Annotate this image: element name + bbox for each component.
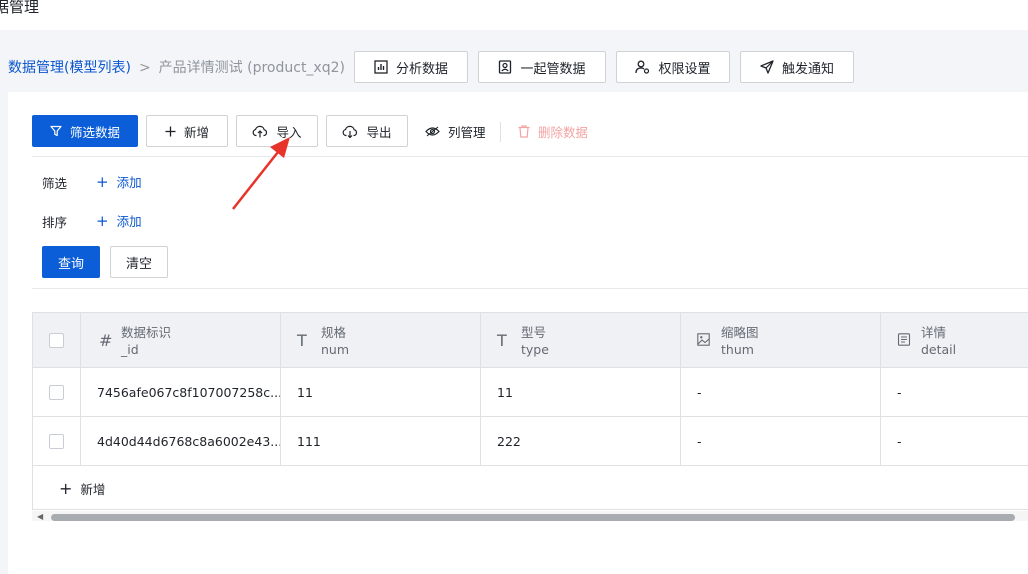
column-manage-label: 列管理 (448, 124, 486, 140)
table-cell[interactable]: - (881, 368, 1028, 417)
breadcrumb: 数据管理(模型列表) > 产品详情测试 (product_xq2) (8, 57, 345, 77)
data-panel: 筛选数据 新增 导入 导出 列管理 删除数据 筛选 + 添加 排序 + 添加 查… (8, 92, 1028, 574)
table-row[interactable]: 7456afe067c8f107007258c... 11 11 - - (33, 368, 1028, 417)
filter-data-label: 筛选数据 (69, 124, 120, 140)
export-button[interactable]: 导出 (326, 115, 408, 147)
bar-chart-icon (374, 60, 388, 74)
user-card-icon (499, 60, 512, 74)
column-key: _id (121, 342, 139, 357)
scrollbar-thumb[interactable] (51, 514, 1015, 521)
column-name: 数据标识 (121, 325, 172, 340)
delete-data-button[interactable]: 删除数据 (518, 115, 588, 147)
plus-icon: + (96, 211, 109, 230)
filter-divider-line (32, 288, 1028, 289)
header-row: 数据管理(模型列表) > 产品详情测试 (product_xq2) 分析数据 一起管… (0, 40, 1028, 92)
column-key: type (521, 342, 549, 357)
export-label: 导出 (366, 124, 392, 140)
filter-data-button[interactable]: 筛选数据 (32, 115, 138, 147)
column-name: 规格 (321, 325, 347, 340)
analyze-data-label: 分析数据 (395, 61, 448, 77)
query-button[interactable]: 查询 (42, 246, 100, 278)
cloud-download-icon (343, 125, 358, 138)
row-select-cell (33, 368, 81, 417)
table-cell[interactable]: 11 (281, 368, 481, 417)
breadcrumb-separator: > (138, 60, 151, 76)
breadcrumb-root[interactable]: 数据管理(模型列表) (8, 60, 131, 76)
table-cell[interactable]: - (881, 417, 1028, 466)
plus-icon: + (96, 172, 109, 191)
table-cell[interactable]: 7456afe067c8f107007258c... (81, 368, 281, 417)
column-name: 详情 (921, 325, 947, 340)
permission-settings-button[interactable]: 权限设置 (616, 51, 730, 83)
trigger-notification-label: 触发通知 (781, 61, 834, 77)
image-icon (697, 333, 710, 346)
row-checkbox[interactable] (49, 385, 64, 400)
trash-icon (518, 124, 530, 138)
co-manage-data-label: 一起管数据 (520, 61, 586, 77)
user-gear-icon (635, 60, 650, 74)
table-cell[interactable]: - (681, 368, 881, 417)
column-name: 缩略图 (721, 325, 759, 340)
table-cell[interactable]: 11 (481, 368, 681, 417)
add-filter-link[interactable]: + 添加 (96, 172, 142, 191)
rich-text-icon (897, 333, 911, 346)
toolbar-divider (500, 122, 501, 142)
text-type-icon: T (497, 331, 507, 350)
row-select-cell (33, 417, 81, 466)
column-name: 型号 (521, 325, 547, 340)
column-key: thum (721, 342, 754, 357)
filter-label: 筛选 (42, 176, 68, 191)
horizontal-scrollbar[interactable]: ◀ (32, 511, 1028, 521)
add-row-button[interactable]: + 新增 (33, 466, 1028, 509)
scroll-left-icon[interactable]: ◀ (37, 512, 43, 521)
table-cell[interactable]: 111 (281, 417, 481, 466)
add-label: 新增 (183, 124, 209, 140)
table-cell[interactable]: 4d40d44d6768c8a6002e43... (81, 417, 281, 466)
add-sort-link[interactable]: + 添加 (96, 211, 142, 230)
toolbar-divider-line (32, 156, 1028, 157)
cloud-upload-icon (253, 125, 268, 137)
data-table: # 数据标识 _id T 规格 num T 型号 type 缩略图 thum 详… (32, 312, 1028, 510)
select-all-checkbox[interactable] (49, 333, 64, 348)
trigger-notification-button[interactable]: 触发通知 (740, 51, 854, 83)
column-header-id[interactable]: # 数据标识 _id (81, 313, 281, 368)
hash-icon: # (99, 331, 113, 350)
column-header-type[interactable]: T 型号 type (481, 313, 681, 368)
funnel-icon (50, 125, 62, 137)
column-header-detail[interactable]: 详情 detail (881, 313, 1028, 368)
add-row-label: 新增 (80, 481, 106, 497)
send-icon (760, 60, 774, 74)
select-all-cell (33, 313, 81, 368)
row-checkbox[interactable] (49, 434, 64, 449)
analyze-data-button[interactable]: 分析数据 (354, 51, 468, 83)
sort-label: 排序 (42, 215, 68, 230)
permission-settings-label: 权限设置 (658, 61, 711, 77)
table-cell[interactable]: - (681, 417, 881, 466)
import-button[interactable]: 导入 (236, 115, 318, 147)
plus-icon (165, 126, 176, 136)
table-cell[interactable]: 222 (481, 417, 681, 466)
eye-off-icon (425, 126, 440, 136)
table-row[interactable]: 4d40d44d6768c8a6002e43... 111 222 - - (33, 417, 1028, 466)
text-type-icon: T (297, 331, 307, 350)
column-manage-button[interactable]: 列管理 (425, 115, 486, 147)
column-key: num (321, 342, 350, 357)
breadcrumb-current: 产品详情测试 (product_xq2) (158, 60, 345, 76)
import-label: 导入 (276, 124, 302, 140)
column-header-num[interactable]: T 规格 num (281, 313, 481, 368)
clear-button[interactable]: 清空 (110, 246, 168, 278)
plus-icon: + (59, 478, 73, 498)
column-key: detail (921, 342, 957, 357)
add-sort-label: 添加 (116, 214, 142, 229)
table-header: # 数据标识 _id T 规格 num T 型号 type 缩略图 thum 详… (33, 313, 1028, 368)
delete-data-label: 删除数据 (538, 124, 589, 140)
app-title: 据管理 (0, 0, 40, 16)
add-filter-label: 添加 (116, 175, 142, 190)
co-manage-data-button[interactable]: 一起管数据 (478, 51, 606, 83)
app-title-bar: 据管理 (0, 0, 1028, 30)
add-button[interactable]: 新增 (146, 115, 228, 147)
column-header-thum[interactable]: 缩略图 thum (681, 313, 881, 368)
